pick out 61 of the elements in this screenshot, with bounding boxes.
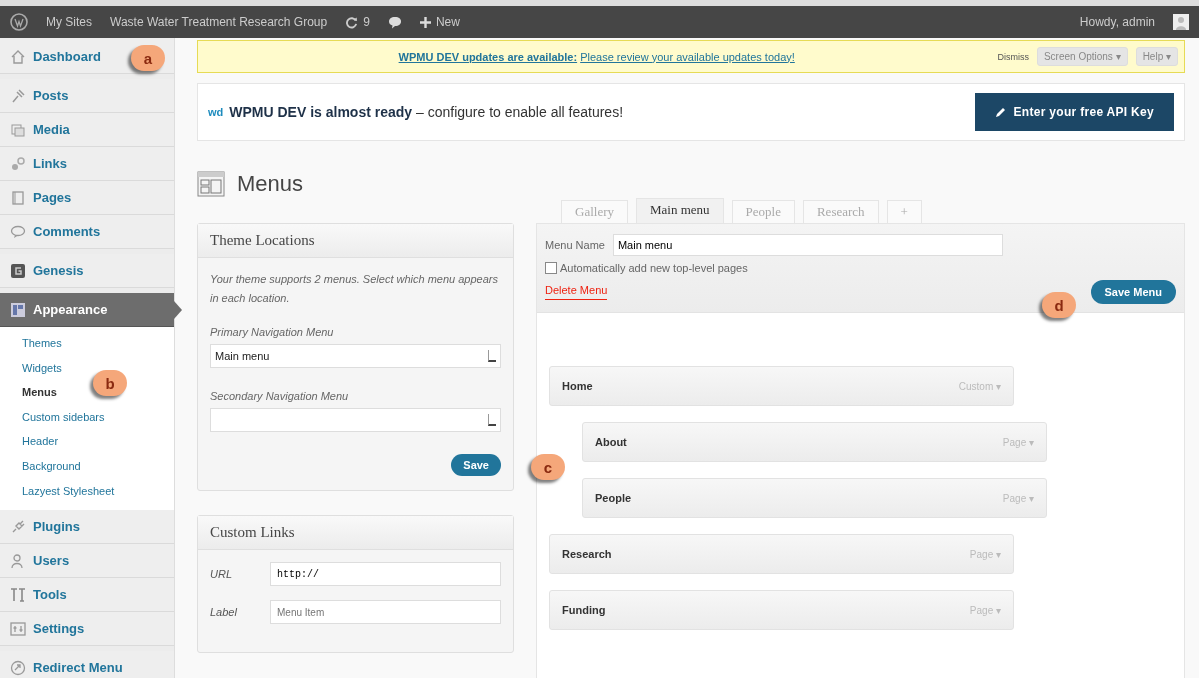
pointer-icon xyxy=(174,301,182,319)
admin-bar-link[interactable]: Waste Water Treatment Research Group xyxy=(110,15,328,29)
new-link[interactable]: New xyxy=(435,15,460,29)
submenu-item[interactable]: Background xyxy=(22,453,81,479)
url-label: URL xyxy=(210,568,233,580)
panel-description: Your theme supports 2 menus. Select which menu appears in each location. xyxy=(210,272,499,306)
submenu-item[interactable]: Header xyxy=(22,429,59,454)
images-icon xyxy=(10,121,26,138)
menu-name-field[interactable]: Main menu xyxy=(612,234,1003,256)
notice-message: WPMU DEV updates are available: Please review your available updates today! xyxy=(398,50,795,63)
delete-menu-link[interactable]: Delete Menu xyxy=(545,284,608,300)
settings-icon xyxy=(10,620,26,637)
submenu-item[interactable]: Custom sidebars xyxy=(22,404,105,430)
submenu-item[interactable]: Themes xyxy=(22,331,62,356)
menus-icon xyxy=(197,171,225,197)
greeting-link[interactable]: Howdy, admin xyxy=(1079,15,1155,29)
menu-name-label: Menu Name xyxy=(545,239,605,251)
updates-link[interactable]: WPMU DEV updates are available: xyxy=(398,50,578,63)
panel-title: Theme Locations xyxy=(198,224,513,258)
person-icon xyxy=(10,552,26,569)
letter-tile-icon xyxy=(10,262,26,279)
page-icon xyxy=(10,189,26,206)
location-label: Primary Navigation Menu xyxy=(210,326,335,338)
api-key-button[interactable]: Enter your free API Key xyxy=(974,93,1174,131)
panel-title: Custom Links xyxy=(198,516,513,550)
pencil-icon xyxy=(994,106,1006,118)
menu-select[interactable]: Main menu xyxy=(210,344,501,368)
menu-tab[interactable]: Main menu xyxy=(636,198,724,223)
brand-mark: wd xyxy=(208,106,224,118)
label-field[interactable]: Menu Item xyxy=(270,600,501,624)
location-label: Secondary Navigation Menu xyxy=(210,390,350,402)
plug-icon xyxy=(10,518,26,535)
plus-icon[interactable] xyxy=(419,16,431,28)
refresh-icon[interactable] xyxy=(345,15,359,29)
link-label: Label xyxy=(210,606,238,618)
house-icon xyxy=(10,48,26,65)
submenu-item[interactable]: Menus xyxy=(22,380,57,405)
banner-message: WPMU DEV is almost ready – configure to enable all features! xyxy=(229,104,624,120)
redirect-icon xyxy=(10,659,26,676)
url-field[interactable]: http:// xyxy=(270,562,501,586)
submenu-item[interactable]: Widgets xyxy=(22,355,62,381)
speech-bubble-icon xyxy=(10,223,26,240)
checkbox-label: Automatically add new top-level pages xyxy=(560,262,748,274)
update-count[interactable]: 9 xyxy=(363,15,370,29)
pushpin-icon xyxy=(10,87,26,104)
logo-icon[interactable] xyxy=(10,13,28,31)
comment-icon[interactable] xyxy=(387,15,402,29)
callout-badge: c xyxy=(531,454,565,480)
link-icon xyxy=(10,155,26,172)
save-menu-button[interactable]: Save Menu xyxy=(1090,280,1176,304)
layout-icon xyxy=(10,301,26,318)
submenu-item[interactable]: Lazyest Stylesheet xyxy=(22,478,115,504)
checkbox[interactable] xyxy=(545,262,557,274)
screen-options-button[interactable]: Screen Options ▾ xyxy=(1036,47,1128,66)
save-button[interactable]: Save xyxy=(451,454,501,476)
admin-bar-link[interactable]: My Sites xyxy=(46,15,92,29)
dismiss-link[interactable]: Dismiss xyxy=(997,51,1029,62)
screen-options-button[interactable]: Help ▾ xyxy=(1135,47,1178,66)
page-title: Menus xyxy=(237,171,304,197)
sidebar-item[interactable]: Appearance xyxy=(0,293,174,327)
tools-icon xyxy=(10,586,26,603)
